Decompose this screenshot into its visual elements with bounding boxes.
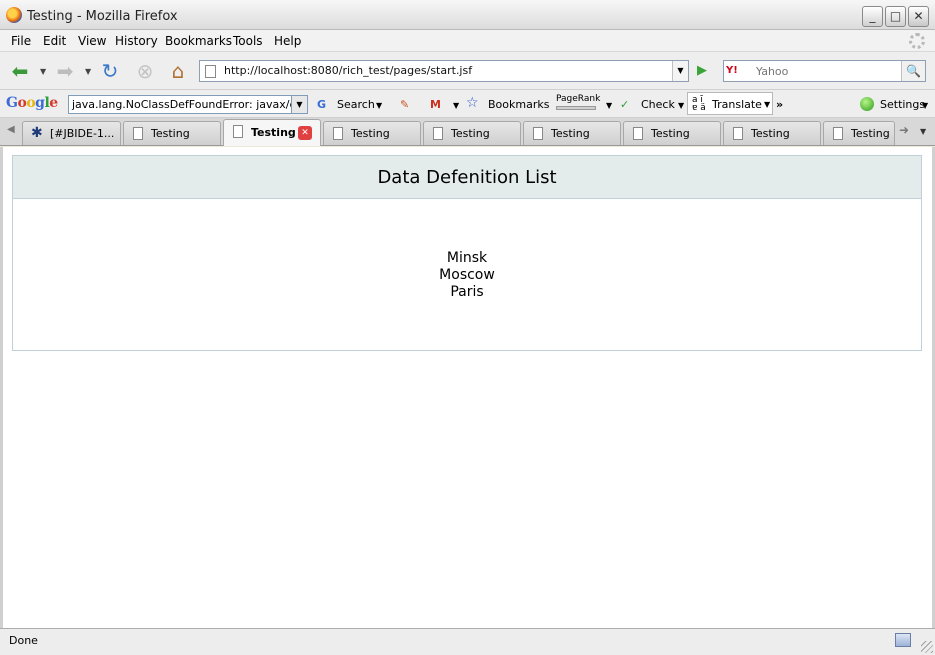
- settings-dropdown-arrow[interactable]: ▼: [922, 101, 928, 110]
- forward-arrow-icon[interactable]: ➡: [53, 59, 77, 83]
- gmail-dropdown-arrow[interactable]: ▼: [453, 101, 459, 110]
- page-content: Data Defenition List Minsk Moscow Paris: [3, 147, 932, 628]
- menu-bar: File Edit View History Bookmarks Tools H…: [0, 30, 935, 52]
- close-tab-icon[interactable]: ✕: [298, 126, 312, 140]
- tab-label: Testing: [251, 126, 296, 139]
- search-input[interactable]: [756, 63, 896, 79]
- list-item: Moscow: [439, 267, 495, 283]
- menu-edit[interactable]: Edit: [43, 34, 66, 48]
- check-button[interactable]: Check: [641, 98, 675, 111]
- tab-testing-5[interactable]: Testing: [523, 121, 621, 145]
- status-monitor-icon[interactable]: [895, 633, 911, 647]
- go-button[interactable]: ▶: [693, 62, 711, 80]
- google-g-icon[interactable]: G: [317, 98, 326, 111]
- jira-favicon-icon: ✱: [31, 125, 43, 141]
- tab-label: Testing: [351, 127, 390, 140]
- forward-history-dropdown[interactable]: ▼: [85, 67, 91, 76]
- tab-scroll-right-icon[interactable]: ➜: [899, 123, 909, 137]
- window-title: Testing - Mozilla Firefox: [27, 9, 178, 24]
- tab-testing-active[interactable]: Testing ✕: [223, 119, 321, 146]
- popup-blocker-icon[interactable]: ✎: [400, 98, 409, 111]
- tab-testing-3[interactable]: Testing: [323, 121, 421, 145]
- pagerank-dropdown-arrow[interactable]: ▼: [606, 101, 612, 110]
- status-text: Done: [9, 634, 38, 647]
- back-arrow-icon[interactable]: ⬅: [8, 59, 32, 83]
- tab-scroll-left-icon[interactable]: ◀: [7, 124, 15, 135]
- menu-bookmarks[interactable]: Bookmarks: [165, 34, 232, 48]
- tab-testing-7[interactable]: Testing: [723, 121, 821, 145]
- page-icon: [733, 127, 743, 140]
- maximize-button[interactable]: □: [885, 6, 906, 27]
- page-icon: [205, 65, 216, 78]
- google-search-input[interactable]: java.lang.NoClassDefFoundError: javax/el…: [68, 95, 308, 114]
- tab-jbide[interactable]: ✱ [#JBIDE-1...: [22, 121, 121, 145]
- title-bar: Testing - Mozilla Firefox _ □ ✕: [0, 0, 935, 30]
- tab-testing-1[interactable]: Testing: [123, 121, 221, 145]
- pagerank-bar: [556, 106, 596, 110]
- list-item: Minsk: [446, 250, 488, 266]
- url-history-dropdown[interactable]: ▼: [672, 61, 688, 81]
- yahoo-engine-icon[interactable]: Y!: [726, 63, 754, 79]
- list-all-tabs-dropdown[interactable]: ▼: [920, 127, 926, 136]
- menu-history[interactable]: History: [115, 34, 158, 48]
- page-icon: [433, 127, 443, 140]
- menu-help[interactable]: Help: [274, 34, 301, 48]
- tab-label: [#JBIDE-1...: [50, 127, 115, 140]
- home-icon[interactable]: ⌂: [166, 59, 190, 83]
- tab-label: Testing: [451, 127, 490, 140]
- url-text[interactable]: http://localhost:8080/rich_test/pages/st…: [224, 64, 472, 77]
- translate-icon: a īɐ ä: [692, 95, 706, 113]
- tab-testing-4[interactable]: Testing: [423, 121, 521, 145]
- tab-label: Testing: [151, 127, 190, 140]
- search-dropdown-arrow[interactable]: ▼: [376, 101, 382, 110]
- data-definition-list: Minsk Moscow Paris: [13, 199, 921, 301]
- url-bar[interactable]: http://localhost:8080/rich_test/pages/st…: [199, 60, 689, 82]
- minimize-button[interactable]: _: [862, 6, 883, 27]
- page-icon: [833, 127, 843, 140]
- settings-status-icon[interactable]: [860, 97, 874, 111]
- google-logo[interactable]: Google: [6, 95, 58, 111]
- list-item: Paris: [450, 284, 484, 300]
- menu-file[interactable]: File: [11, 34, 31, 48]
- page-icon: [233, 125, 243, 138]
- toolbar-overflow-button[interactable]: »: [776, 98, 783, 111]
- stop-icon[interactable]: ⊗: [133, 59, 157, 83]
- data-definition-panel: Data Defenition List Minsk Moscow Paris: [12, 155, 922, 351]
- page-icon: [633, 127, 643, 140]
- google-search-dropdown[interactable]: ▼: [291, 96, 307, 113]
- search-magnifier-icon[interactable]: 🔍: [901, 61, 925, 81]
- status-bar: Done: [0, 628, 935, 655]
- tab-label: Testing: [851, 127, 890, 140]
- close-window-button[interactable]: ✕: [908, 6, 929, 27]
- back-history-dropdown[interactable]: ▼: [40, 67, 46, 76]
- tab-label: Testing: [651, 127, 690, 140]
- page-icon: [333, 127, 343, 140]
- menu-tools[interactable]: Tools: [233, 34, 263, 48]
- tab-label: Testing: [751, 127, 790, 140]
- firefox-icon: [6, 7, 22, 23]
- activity-throbber-icon: [909, 33, 925, 49]
- reload-icon[interactable]: ↻: [98, 59, 122, 83]
- translate-button[interactable]: a īɐ ä Translate ▼: [687, 92, 773, 115]
- menu-view[interactable]: View: [78, 34, 106, 48]
- google-search-value: java.lang.NoClassDefFoundError: javax/el…: [72, 98, 308, 111]
- page-icon: [533, 127, 543, 140]
- tab-testing-6[interactable]: Testing: [623, 121, 721, 145]
- panel-header: Data Defenition List: [13, 156, 921, 199]
- pagerank-label[interactable]: PageRank: [556, 94, 600, 104]
- check-dropdown-arrow[interactable]: ▼: [678, 101, 684, 110]
- tab-label: Testing: [551, 127, 590, 140]
- translate-label: Translate: [712, 98, 762, 111]
- page-icon: [133, 127, 143, 140]
- resize-grip-icon[interactable]: [921, 641, 933, 653]
- translate-dropdown-arrow[interactable]: ▼: [764, 100, 770, 109]
- settings-button[interactable]: Settings: [880, 98, 925, 111]
- tab-testing-8[interactable]: Testing: [823, 121, 895, 145]
- search-bar[interactable]: Y! 🔍: [723, 60, 926, 82]
- bookmarks-button[interactable]: Bookmarks: [488, 98, 549, 111]
- spellcheck-icon[interactable]: ✓: [620, 98, 629, 111]
- star-icon[interactable]: ☆: [466, 95, 479, 111]
- gmail-icon[interactable]: M: [430, 98, 441, 111]
- google-search-button[interactable]: Search: [337, 98, 375, 111]
